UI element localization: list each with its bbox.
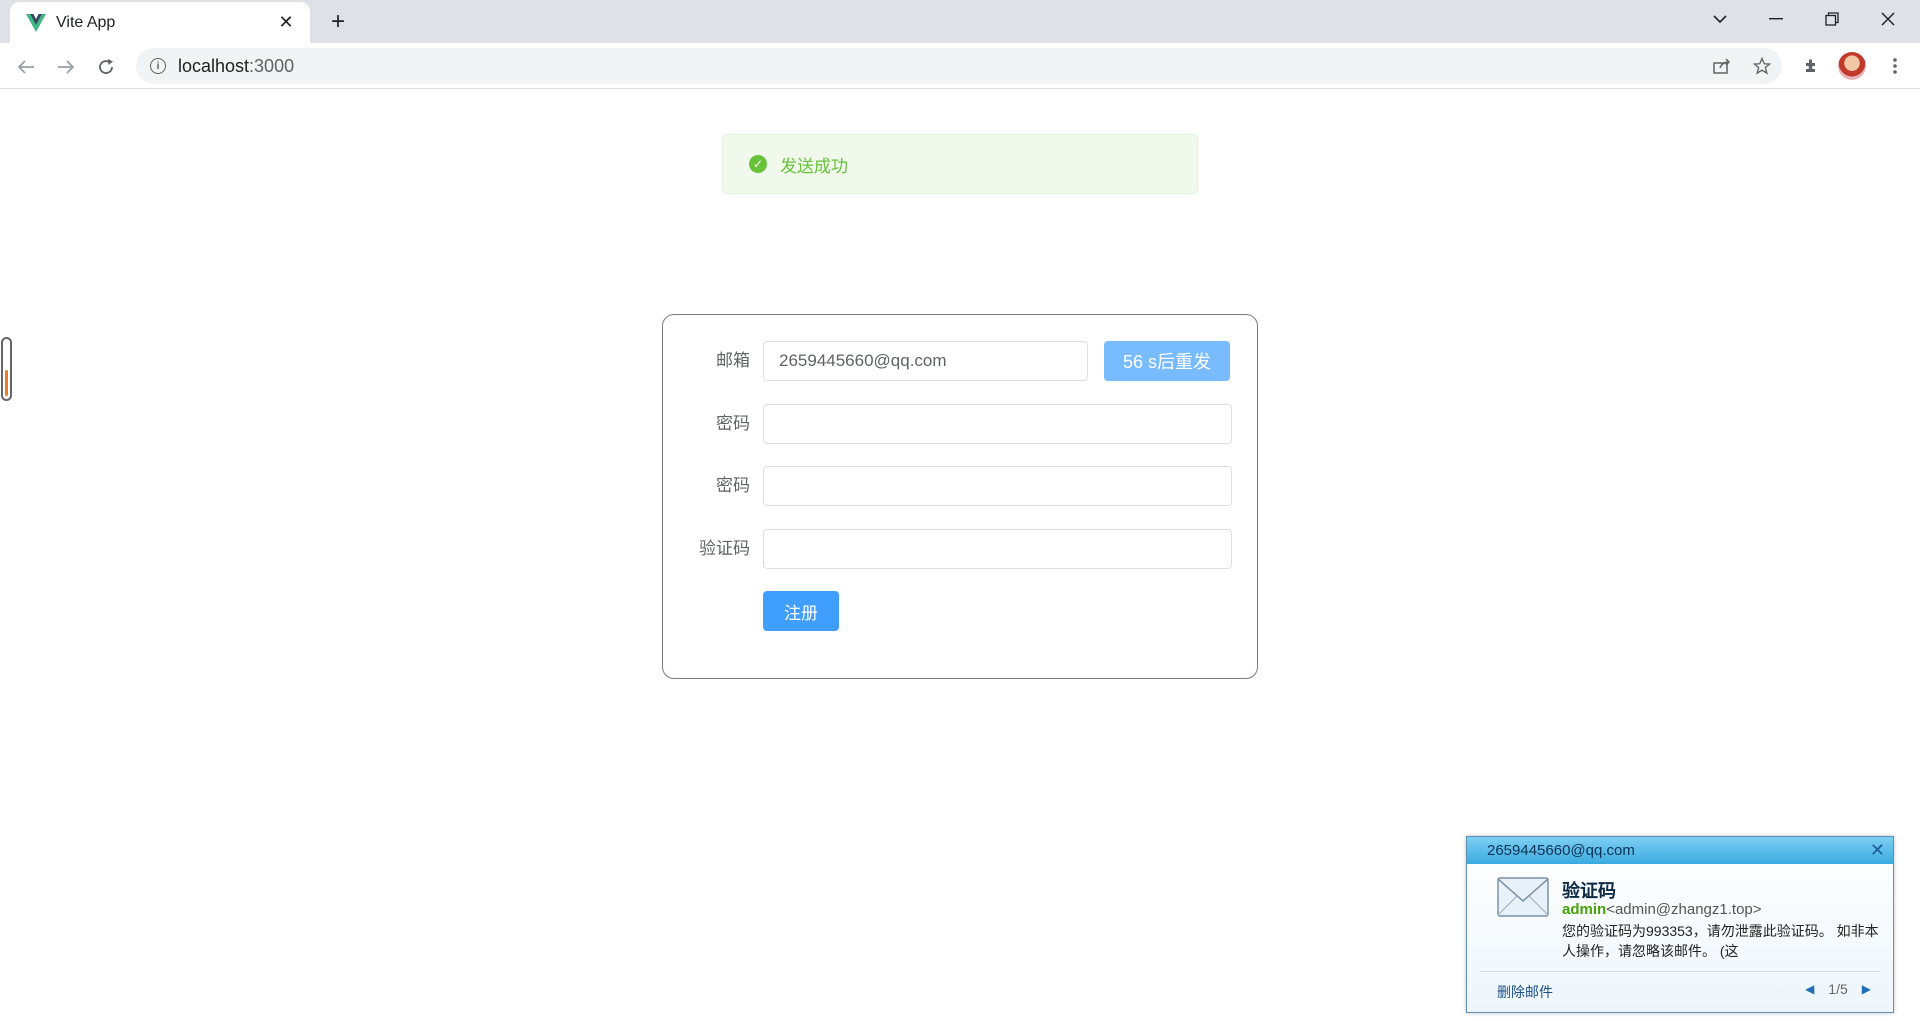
side-handle[interactable] xyxy=(1,337,12,401)
register-button[interactable]: 注册 xyxy=(763,591,839,631)
url-port: :3000 xyxy=(249,55,295,76)
bookmark-star-icon[interactable] xyxy=(1747,51,1777,81)
password-input[interactable] xyxy=(763,404,1232,444)
browser-tab[interactable]: Vite App ✕ xyxy=(10,2,310,43)
mail-notification[interactable]: 2659445660@qq.com ✕ 验证码 admin<admin@zhan… xyxy=(1466,836,1894,1013)
close-icon[interactable]: ✕ xyxy=(1870,840,1885,861)
mail-notification-header: 2659445660@qq.com ✕ xyxy=(1467,837,1893,864)
site-info-icon[interactable]: i xyxy=(150,58,166,74)
forward-icon[interactable] xyxy=(50,51,82,83)
address-bar[interactable]: i localhost:3000 xyxy=(136,48,1782,84)
mail-account: 2659445660@qq.com xyxy=(1487,842,1635,859)
back-icon[interactable] xyxy=(10,51,42,83)
minimize-icon[interactable] xyxy=(1748,0,1804,38)
next-icon[interactable]: ▶ xyxy=(1862,982,1871,996)
code-input[interactable] xyxy=(763,529,1232,569)
confirm-password-input[interactable] xyxy=(763,466,1232,506)
message-text: 发送成功 xyxy=(780,156,848,176)
browser-toolbar: i localhost:3000 xyxy=(0,43,1920,89)
url-host: localhost xyxy=(178,55,250,76)
register-card: 邮箱 2659445660@qq.com 56 s后重发 密码 密码 验证码 注… xyxy=(662,314,1258,679)
vite-vue-logo-icon xyxy=(26,13,46,32)
profile-avatar[interactable] xyxy=(1838,52,1866,80)
share-icon[interactable] xyxy=(1707,51,1737,81)
mail-sender-name: admin xyxy=(1562,901,1607,918)
check-circle-icon: ✓ xyxy=(749,155,767,173)
submit-row: 注册 xyxy=(663,591,1257,631)
code-row: 验证码 xyxy=(663,529,1257,569)
password-label: 密码 xyxy=(716,414,750,433)
tab-search-icon[interactable] xyxy=(1692,0,1748,38)
browser-tab-bar: Vite App ✕ + xyxy=(0,0,1920,43)
mail-page-count: 1/5 xyxy=(1828,981,1848,997)
restore-icon[interactable] xyxy=(1804,0,1860,38)
new-tab-button[interactable]: + xyxy=(324,8,352,36)
confirm-password-label: 密码 xyxy=(716,476,750,495)
tab-title: Vite App xyxy=(56,13,116,31)
mail-preview: 您的验证码为993353，请勿泄露此验证码。 如非本人操作，请忽略该邮件。 (这 xyxy=(1562,923,1879,959)
more-menu-icon[interactable] xyxy=(1880,51,1910,81)
password-row: 密码 xyxy=(663,404,1257,444)
confirm-password-row: 密码 xyxy=(663,466,1257,506)
previous-icon[interactable]: ◀ xyxy=(1805,982,1814,996)
resend-code-button[interactable]: 56 s后重发 xyxy=(1104,341,1230,381)
extensions-puzzle-icon[interactable] xyxy=(1797,51,1827,81)
mail-from: admin<admin@zhangz1.top> xyxy=(1562,901,1762,918)
email-label: 邮箱 xyxy=(716,351,750,370)
mail-subject: 验证码 xyxy=(1562,881,1616,901)
mail-sender-email: <admin@zhangz1.top> xyxy=(1606,901,1762,918)
close-window-icon[interactable] xyxy=(1860,0,1916,38)
mail-divider xyxy=(1479,971,1881,972)
email-row: 邮箱 2659445660@qq.com 56 s后重发 xyxy=(663,341,1257,381)
close-tab-icon[interactable]: ✕ xyxy=(274,10,298,34)
mail-pager: ◀ 1/5 ▶ xyxy=(1805,981,1871,997)
delete-mail-link[interactable]: 删除邮件 xyxy=(1497,982,1553,1002)
reload-icon[interactable] xyxy=(90,51,122,83)
code-label: 验证码 xyxy=(699,539,750,558)
envelope-icon xyxy=(1497,877,1549,917)
email-input[interactable]: 2659445660@qq.com xyxy=(763,341,1088,381)
success-message: ✓ 发送成功 xyxy=(722,134,1198,194)
